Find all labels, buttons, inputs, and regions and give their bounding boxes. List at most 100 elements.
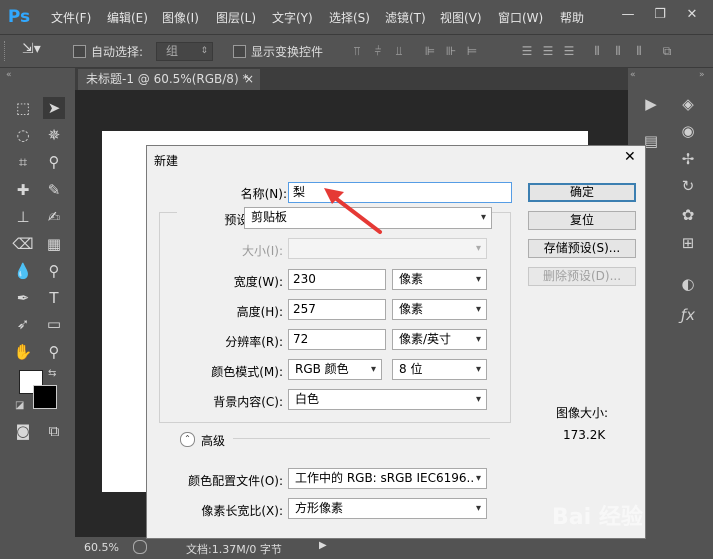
resolution-input[interactable]: 72 xyxy=(288,329,386,350)
swatches-icon[interactable]: ✿ xyxy=(677,204,699,226)
menu-type[interactable]: 文字(Y) xyxy=(272,9,313,26)
color-mode-select[interactable]: RGB 颜色 ▾ xyxy=(288,359,382,380)
path-selection-icon[interactable]: ➶ xyxy=(12,313,34,335)
screen-mode-icon[interactable]: ⧉ xyxy=(43,420,65,442)
width-unit-select[interactable]: 像素 ▾ xyxy=(392,269,487,290)
color-profile-value: 工作中的 RGB: sRGB IEC6196... xyxy=(295,471,478,485)
color-mode-label: 颜色模式(M): xyxy=(211,365,283,379)
distribute-right-icon[interactable]: ⦀ xyxy=(632,44,646,58)
color-profile-select[interactable]: 工作中的 RGB: sRGB IEC6196... ▾ xyxy=(288,468,487,489)
crop-tool-icon[interactable]: ⌗ xyxy=(12,151,34,173)
zoom-tool-icon[interactable]: ⚲ xyxy=(43,341,65,363)
collapse-left-icon[interactable]: « xyxy=(630,70,636,80)
document-info: 文档:1.37M/0 字节 xyxy=(186,543,282,556)
bit-depth-select[interactable]: 8 位 ▾ xyxy=(392,359,487,380)
eraser-icon[interactable]: ⌫ xyxy=(12,233,34,255)
window-close-icon[interactable]: ✕ xyxy=(680,4,704,26)
auto-select-value: 组 xyxy=(166,44,179,58)
resolution-unit-select[interactable]: 像素/英寸 ▾ xyxy=(392,329,487,350)
height-label: 高度(H): xyxy=(236,305,283,319)
menu-select[interactable]: 选择(S) xyxy=(329,9,370,26)
document-tab[interactable]: 未标题-1 @ 60.5%(RGB/8) * × xyxy=(78,69,260,90)
height-unit: 像素 xyxy=(399,302,424,316)
menu-layer[interactable]: 图层(L) xyxy=(216,9,256,26)
menu-view[interactable]: 视图(V) xyxy=(440,9,482,26)
move-tool-icon[interactable]: ⇲▾ xyxy=(22,41,41,57)
blur-tool-icon[interactable]: 💧 xyxy=(12,260,34,282)
status-bar: 60.5% 文档:1.37M/0 字节 ▶ xyxy=(75,537,628,559)
dodge-tool-icon[interactable]: ⚲ xyxy=(43,260,65,282)
background-color-swatch[interactable] xyxy=(33,385,57,409)
gradient-icon[interactable]: ▦ xyxy=(43,233,65,255)
swap-colors-icon[interactable]: ⇆ xyxy=(48,368,56,379)
menu-file[interactable]: 文件(F) xyxy=(51,9,91,26)
history-brush-icon[interactable]: ✍ xyxy=(43,206,65,228)
menu-edit[interactable]: 编辑(E) xyxy=(107,9,148,26)
align-bottom-icon[interactable]: ⫫ xyxy=(392,44,406,58)
distribute-vcenter-icon[interactable]: ☰ xyxy=(541,44,555,58)
move-tool-icon[interactable]: ➤ xyxy=(43,97,65,119)
zoom-level[interactable]: 60.5% xyxy=(84,541,119,554)
magic-wand-icon[interactable]: ✵ xyxy=(43,124,65,146)
adjustments-icon[interactable]: ↻ xyxy=(677,175,699,197)
marquee-tool-icon[interactable]: ⬚ xyxy=(12,97,34,119)
default-colors-icon[interactable]: ◪ xyxy=(15,400,24,411)
healing-brush-icon[interactable]: ✚ xyxy=(12,179,34,201)
rectangle-tool-icon[interactable]: ▭ xyxy=(43,313,65,335)
auto-select-dropdown[interactable]: 组 ⇕ xyxy=(156,42,213,61)
align-top-icon[interactable]: ⫪ xyxy=(350,44,364,58)
eyedropper-icon[interactable]: ⚲ xyxy=(43,151,65,173)
ok-button[interactable]: 确定 xyxy=(528,183,636,202)
menu-help[interactable]: 帮助 xyxy=(560,9,584,26)
lasso-tool-icon[interactable]: ◌ xyxy=(12,124,34,146)
hand-tool-icon[interactable]: ✋ xyxy=(12,341,34,363)
dialog-title: 新建 xyxy=(154,154,179,168)
minimize-icon[interactable]: — xyxy=(616,4,640,26)
menu-filter[interactable]: 滤镜(T) xyxy=(385,9,426,26)
distribute-top-icon[interactable]: ☰ xyxy=(520,44,534,58)
document-tab-title: 未标题-1 @ 60.5%(RGB/8) * xyxy=(86,72,249,86)
align-left-icon[interactable]: ⊫ xyxy=(423,44,437,58)
clone-stamp-icon[interactable]: ⊥ xyxy=(12,206,34,228)
auto-select-checkbox[interactable] xyxy=(73,45,86,58)
brush-tool-icon[interactable]: ✎ xyxy=(43,179,65,201)
paths-icon[interactable]: ✢ xyxy=(677,148,699,170)
size-select: ▾ xyxy=(288,238,487,259)
color-profile-label: 颜色配置文件(O): xyxy=(188,474,283,488)
bit-depth-value: 8 位 xyxy=(399,362,423,376)
align-vcenter-icon[interactable]: ⫩ xyxy=(371,44,385,58)
height-unit-select[interactable]: 像素 ▾ xyxy=(392,299,487,320)
distribute-hcenter-icon[interactable]: ⦀ xyxy=(611,44,625,58)
styles-icon[interactable]: ◐ xyxy=(677,273,699,295)
play-icon[interactable]: ▶ xyxy=(640,93,662,115)
show-transform-checkbox[interactable] xyxy=(233,45,246,58)
auto-align-icon[interactable]: ⧉ xyxy=(660,44,674,58)
channels-icon[interactable]: ◉ xyxy=(677,120,699,142)
distribute-left-icon[interactable]: ⦀ xyxy=(590,44,604,58)
chevron-down-icon: ▾ xyxy=(370,364,376,375)
collapse-right-icon[interactable]: » xyxy=(699,70,705,80)
height-input[interactable]: 257 xyxy=(288,299,386,320)
dialog-close-icon[interactable]: ✕ xyxy=(624,149,636,165)
background-select[interactable]: 白色 ▾ xyxy=(288,389,487,410)
align-right-icon[interactable]: ⊨ xyxy=(465,44,479,58)
align-hcenter-icon[interactable]: ⊪ xyxy=(444,44,458,58)
quick-mask-icon[interactable]: ◙ xyxy=(12,420,34,442)
distribute-bottom-icon[interactable]: ☰ xyxy=(562,44,576,58)
menu-window[interactable]: 窗口(W) xyxy=(498,9,543,26)
collapse-icon[interactable]: « xyxy=(6,70,12,80)
width-input[interactable]: 230 xyxy=(288,269,386,290)
grid-icon[interactable]: ⊞ xyxy=(677,232,699,254)
fx-icon[interactable]: ƒx xyxy=(677,304,699,326)
save-preset-button[interactable]: 存储预设(S)... xyxy=(528,239,636,258)
pixel-aspect-select[interactable]: 方形像素 ▾ xyxy=(288,498,487,519)
type-tool-icon[interactable]: T xyxy=(43,287,65,309)
restore-icon[interactable]: ❐ xyxy=(648,4,672,26)
menu-image[interactable]: 图像(I) xyxy=(162,9,199,26)
advanced-toggle-icon[interactable]: ⌃ xyxy=(180,432,195,447)
tab-close-icon[interactable]: × xyxy=(244,69,254,90)
status-menu-icon[interactable]: ▶ xyxy=(319,540,327,551)
reset-button[interactable]: 复位 xyxy=(528,211,636,230)
pen-tool-icon[interactable]: ✒ xyxy=(12,287,34,309)
layers-icon[interactable]: ◈ xyxy=(677,93,699,115)
